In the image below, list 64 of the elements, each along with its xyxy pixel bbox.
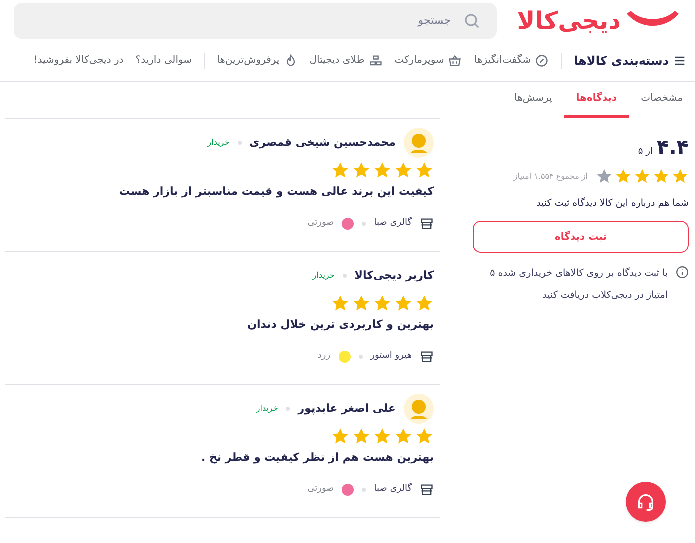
search-field[interactable]: جستجو — [14, 3, 497, 39]
nav-link[interactable]: پرفروش‌ترین‌ها — [217, 53, 298, 68]
star-icon — [373, 161, 392, 180]
star-icon — [634, 168, 651, 185]
nav-link[interactable]: سوالی دارید؟ — [136, 53, 192, 68]
star-icon — [394, 427, 413, 446]
seller-name: گالری صبا — [374, 482, 412, 496]
seller-name: گالری صبا — [374, 216, 412, 230]
star-icon — [331, 161, 350, 180]
buyer-label: خریدار — [312, 270, 335, 282]
nav-link[interactable]: دسته‌بندی کالاها — [574, 52, 687, 70]
stacked-bars-icon — [368, 54, 383, 68]
star-icon — [373, 427, 392, 446]
buyer-label: خریدار — [208, 137, 230, 149]
star-icon — [394, 294, 413, 313]
color-name: صورتی — [308, 216, 334, 230]
info-icon — [676, 266, 689, 280]
star-icon — [615, 168, 632, 185]
star-icon — [331, 427, 350, 446]
store-icon — [420, 350, 434, 364]
tab[interactable]: مشخصات — [629, 82, 695, 118]
reviewer-name: علی اصغر عابدپور — [298, 400, 396, 417]
tab[interactable]: دیدگاه‌ها — [564, 82, 630, 118]
color-name: زرد — [318, 350, 331, 363]
star-icon — [415, 427, 434, 446]
search-input[interactable]: جستجو — [30, 12, 451, 30]
buyer-label: خریدار — [256, 403, 278, 415]
support-button[interactable] — [626, 482, 666, 522]
rating-count: از مجموع ۱,۵۵۴ امتیاز — [514, 170, 588, 182]
star-icon — [331, 294, 350, 313]
search-icon — [463, 12, 481, 30]
star-icon — [596, 168, 613, 185]
star-icon — [352, 161, 371, 180]
reviewer-name: کاربر دیجی‌کالا — [354, 268, 434, 284]
review-text: بهترین و کاربردی ترین خلال دندان — [246, 317, 434, 333]
nav-link[interactable]: شگفت‌انگیزها — [474, 53, 550, 68]
color-name: صورتی — [308, 482, 334, 496]
review-text: بهترین هست هم از نظر کیفیت و قطر نخ . — [200, 450, 434, 466]
rating-scale: از ۵ — [638, 146, 653, 159]
star-icon — [394, 161, 413, 180]
star-icon — [373, 294, 392, 313]
review-text: کیفیت این برند عالی هست و قیمت مناسبتر از بازار هست — [118, 184, 434, 200]
nav-link[interactable]: سوپرمارکت — [394, 53, 462, 68]
club-points-note: با ثبت دیدگاه بر روی کالاهای خریداری شده ۵ امتیاز در دیجی‌کلاب دریافت کنید — [489, 266, 668, 304]
seller-name: هیرو استور — [370, 350, 412, 363]
headset-icon — [636, 492, 656, 512]
store-icon — [420, 216, 434, 230]
star-icon — [352, 294, 371, 313]
percent-icon — [535, 54, 550, 68]
basket-icon — [448, 54, 462, 68]
star-icon — [352, 427, 371, 446]
submit-review-button[interactable]: ثبت دیدگاه — [473, 221, 689, 254]
star-icon — [415, 161, 434, 180]
nav-link[interactable]: در دیجی‌کالا بفروشید! — [34, 53, 124, 68]
star-icon — [653, 168, 670, 185]
reviewer-name: محمدحسین شیخی قمصری — [250, 134, 396, 151]
nav-link[interactable]: طلای دیجیتال — [310, 53, 383, 68]
store-icon — [420, 482, 434, 496]
rating-score: ۴.۴ — [656, 134, 689, 161]
star-icon — [672, 168, 689, 185]
star-icon — [415, 294, 434, 313]
logo-wordmark[interactable]: دیجی‌کالا — [517, 9, 621, 33]
review-prompt: شما هم درباره این کالا دیدگاه ثبت کنید — [536, 197, 689, 211]
tab[interactable]: پرسش‌ها — [502, 82, 564, 118]
